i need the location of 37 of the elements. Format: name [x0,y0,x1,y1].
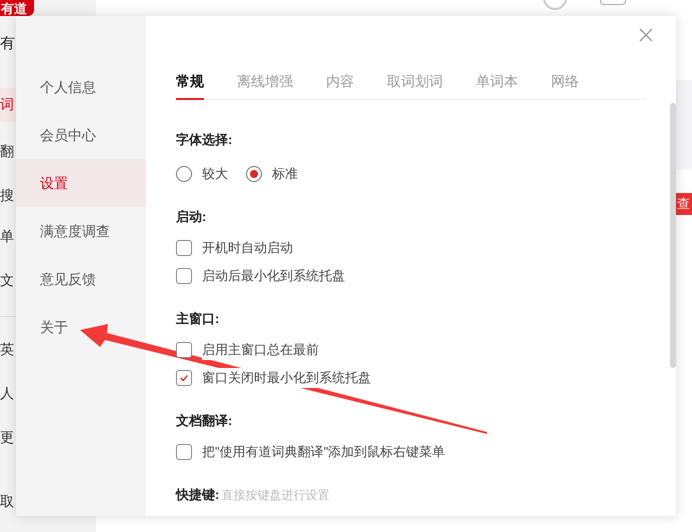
app-logo: 有道 [0,0,34,16]
option-label: 窗口关闭时最小化到系统托盘 [202,368,371,388]
nav-item[interactable]: 英 [0,342,14,356]
scrollbar[interactable] [670,103,676,368]
nav-item[interactable]: 更 [0,430,14,444]
option-label: 启用主窗口总在最前 [202,340,319,360]
check-icon [179,373,189,383]
section-title: 启动: [176,208,206,226]
close-icon[interactable] [638,27,654,43]
checkbox[interactable] [176,268,192,284]
sidebar-item[interactable]: 关于 [16,303,146,351]
sidebar-item[interactable]: 会员中心 [16,111,146,159]
section-title: 字体选择: [176,131,232,149]
nav-item[interactable]: 人 [0,386,14,400]
nav-item[interactable]: 单 [0,229,14,243]
sidebar-item[interactable]: 设置 [16,159,146,207]
checkbox[interactable] [176,370,192,386]
sidebar-item[interactable]: 意见反馈 [16,255,146,303]
hint-text: 直接按键盘进行设置 [221,487,330,504]
checkbox[interactable] [176,342,192,358]
checkbox[interactable] [176,240,192,256]
section-title: 快捷键: [176,486,220,504]
tab[interactable]: 常规 [176,72,204,100]
checkbox[interactable] [176,444,192,460]
query-button[interactable]: 查 [676,193,692,215]
section-title: 主窗口: [176,310,220,328]
nav-item[interactable]: 词 [0,97,14,111]
section-title: 文档翻译: [176,412,232,430]
sidebar-item[interactable]: 满意度调查 [16,207,146,255]
radio-button[interactable] [246,166,262,182]
app-title: 有 [0,36,15,51]
sidebar-item[interactable]: 个人信息 [16,63,146,111]
nav-item[interactable]: 取 [0,494,14,508]
nav-item[interactable]: 翻 [0,144,14,158]
nav-item[interactable]: 搜 [0,188,14,202]
radio-button[interactable] [176,166,192,182]
nav-item[interactable]: 文 [0,273,14,287]
